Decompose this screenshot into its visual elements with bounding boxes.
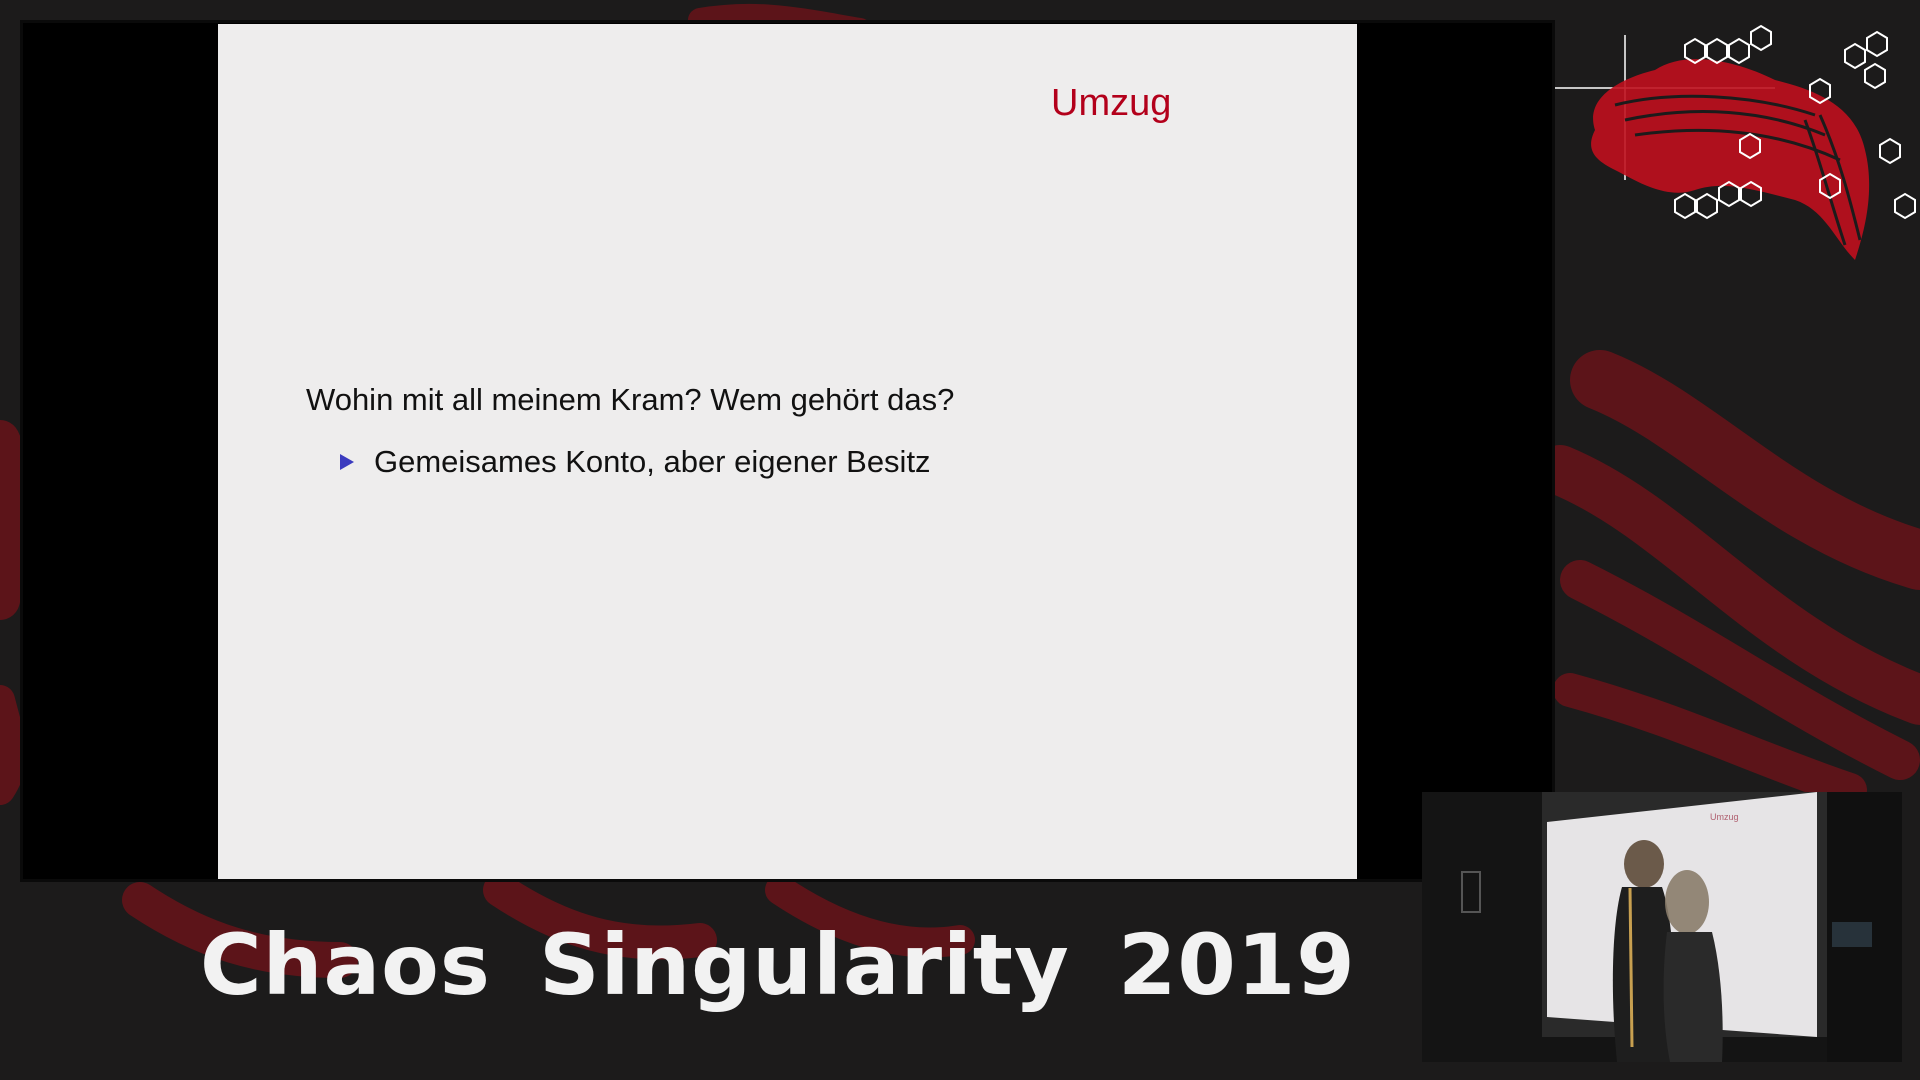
slide-bullet-text: Gemeisames Konto, aber eigener Besitz — [374, 444, 931, 479]
camera-projected-slide-title: Umzug — [1710, 812, 1739, 822]
speaker-camera-inset: Umzug — [1422, 792, 1902, 1062]
presentation-slide: Umzug Wohin mit all meinem Kram? Wem geh… — [218, 24, 1357, 879]
video-stage: Umzug Wohin mit all meinem Kram? Wem geh… — [0, 0, 1920, 1080]
speaker-camera-view — [1422, 792, 1902, 1062]
slide-question-text: Wohin mit all meinem Kram? Wem gehört da… — [306, 382, 955, 417]
event-name-banner: Chaos Singularity 2019 — [200, 916, 1356, 1014]
swiss-map-hexagon-logo-icon — [1555, 24, 1916, 261]
slide-title: Umzug — [1051, 82, 1172, 124]
triangle-bullet-icon — [340, 454, 354, 470]
slide-bullet-item: Gemeisames Konto, aber eigener Besitz — [340, 444, 931, 480]
